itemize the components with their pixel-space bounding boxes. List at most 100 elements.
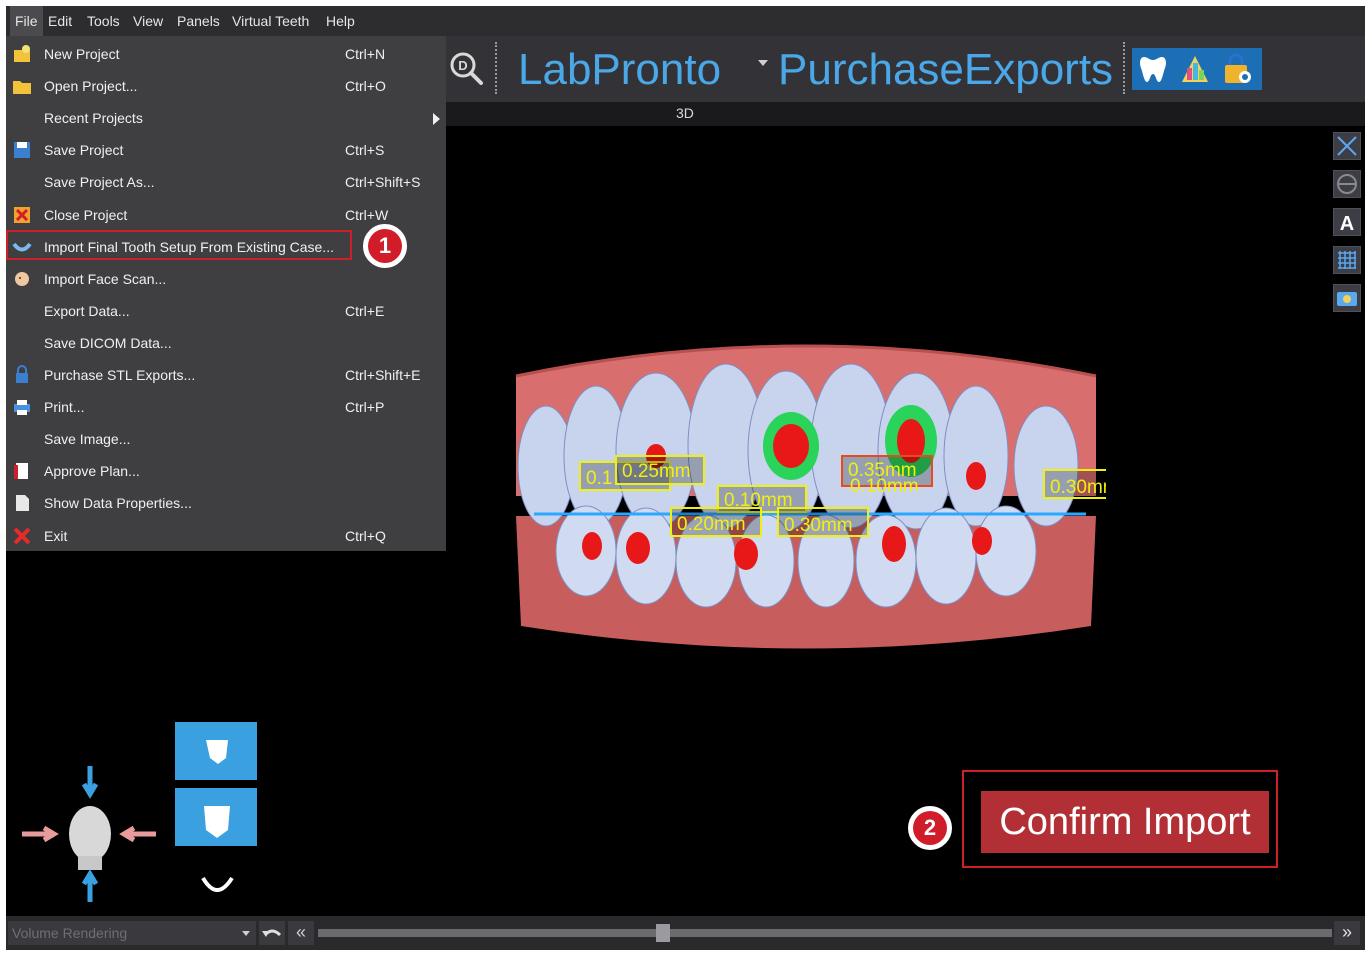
menu-item-label: Exit bbox=[44, 527, 68, 544]
chevron-down-icon bbox=[242, 931, 250, 936]
exit-icon bbox=[13, 527, 31, 544]
menu-item-recent-projects[interactable]: Recent Projects bbox=[6, 102, 446, 134]
toolbar-icon-group bbox=[1132, 48, 1262, 90]
next-frame-button[interactable]: » bbox=[1334, 921, 1360, 945]
menu-bar: File Edit Tools View Panels Virtual Teet… bbox=[6, 6, 1365, 36]
grid-icon[interactable] bbox=[1333, 246, 1361, 274]
menu-item-label: Purchase STL Exports... bbox=[44, 367, 196, 383]
measurement-label: 0.20mm bbox=[677, 514, 746, 535]
previous-frame-button[interactable]: « bbox=[288, 921, 314, 945]
render-mode-value: Volume Rendering bbox=[12, 925, 128, 941]
measurement-label: 0.30mm bbox=[1050, 477, 1106, 498]
menu-item-save-project[interactable]: Save Project Ctrl+S bbox=[6, 134, 446, 166]
measurement-label: 0.1 bbox=[586, 468, 612, 489]
step-badge-2: 2 bbox=[908, 806, 952, 850]
menu-item-shortcut: Ctrl+E bbox=[345, 302, 385, 319]
sphere-icon[interactable] bbox=[1333, 170, 1361, 198]
view-title: 3D bbox=[676, 105, 694, 121]
menu-edit[interactable]: Edit bbox=[43, 6, 77, 36]
timeline-slider-thumb[interactable] bbox=[656, 924, 670, 942]
lock-document-icon[interactable] bbox=[1220, 52, 1254, 86]
brand-labpronto: LabPronto bbox=[518, 45, 722, 94]
timeline-slider[interactable] bbox=[318, 929, 1332, 937]
approve-plan-icon bbox=[14, 463, 28, 480]
head-icon[interactable] bbox=[69, 806, 111, 862]
menu-item-new-project[interactable]: New Project Ctrl+N bbox=[6, 38, 446, 70]
menu-item-label: Save Image... bbox=[44, 431, 131, 448]
menu-panels[interactable]: Panels bbox=[172, 6, 225, 36]
menu-item-label: Show Data Properties... bbox=[44, 495, 192, 512]
close-project-icon bbox=[14, 206, 30, 223]
arrow-down-icon[interactable] bbox=[81, 766, 99, 799]
menu-item-save-project-as[interactable]: Save Project As... Ctrl+Shift+S bbox=[6, 166, 446, 198]
menu-item-show-data-properties[interactable]: Show Data Properties... bbox=[6, 487, 446, 519]
arch-icon[interactable] bbox=[201, 876, 234, 892]
menu-file[interactable]: File bbox=[10, 6, 43, 36]
menu-item-label: Open Project... bbox=[44, 78, 138, 95]
svg-text:A: A bbox=[1340, 213, 1354, 235]
file-menu-dropdown: New Project Ctrl+N Open Project... Ctrl+O Re… bbox=[6, 36, 446, 551]
menu-item-shortcut: Ctrl+O bbox=[345, 78, 386, 95]
bottom-bar: Volume Rendering « » bbox=[6, 916, 1365, 950]
face-scan-icon bbox=[15, 271, 29, 286]
text-annotation-icon[interactable]: A bbox=[1333, 208, 1361, 236]
menu-help[interactable]: Help bbox=[321, 6, 360, 36]
toolbar-separator bbox=[495, 42, 497, 94]
menu-item-label: Save Project As... bbox=[44, 174, 155, 191]
menu-item-save-dicom-data[interactable]: Save DICOM Data... bbox=[6, 327, 446, 359]
menu-item-shortcut: Ctrl+N bbox=[345, 46, 386, 62]
menu-item-approve-plan[interactable]: Approve Plan... bbox=[6, 455, 446, 487]
menu-item-print[interactable]: Print... Ctrl+P bbox=[6, 391, 446, 423]
svg-text:D: D bbox=[458, 58, 467, 73]
menu-item-label: New Project bbox=[44, 46, 120, 62]
confirm-import-button[interactable]: Confirm Import bbox=[981, 791, 1269, 853]
import-item-highlight bbox=[6, 230, 352, 260]
menu-item-label: Approve Plan... bbox=[44, 463, 140, 480]
toolbar-separator bbox=[1123, 42, 1125, 94]
menu-item-label: Save DICOM Data... bbox=[44, 334, 172, 351]
chevron-down-icon[interactable] bbox=[758, 60, 768, 66]
menu-item-shortcut: Ctrl+Shift+S bbox=[345, 174, 421, 191]
measurement-label: 0.25mm bbox=[622, 461, 691, 482]
undo-icon[interactable] bbox=[259, 921, 285, 945]
screenshot-icon[interactable] bbox=[1333, 284, 1361, 312]
menu-item-open-project[interactable]: Open Project... Ctrl+O bbox=[6, 70, 446, 102]
menu-item-shortcut: Ctrl+P bbox=[345, 399, 385, 416]
menu-item-export-data[interactable]: Export Data... Ctrl+E bbox=[6, 295, 446, 327]
menu-item-exit[interactable]: Exit Ctrl+Q bbox=[6, 520, 446, 552]
menu-item-shortcut: Ctrl+S bbox=[345, 142, 385, 159]
tooth-icon[interactable] bbox=[1136, 52, 1170, 86]
menu-item-purchase-stl-exports[interactable]: Purchase STL Exports... Ctrl+Shift+E bbox=[6, 359, 446, 391]
menu-item-shortcut: Ctrl+Q bbox=[345, 527, 386, 544]
arrow-up-icon[interactable] bbox=[81, 869, 99, 902]
measure-icon[interactable] bbox=[1333, 132, 1361, 160]
viewport-side-tools: A bbox=[1333, 132, 1361, 322]
measurement-label: 0.10mm bbox=[850, 476, 919, 497]
printer-icon bbox=[14, 400, 30, 416]
menu-virtual-teeth[interactable]: Virtual Teeth bbox=[227, 6, 314, 36]
menu-item-label: Recent Projects bbox=[44, 110, 143, 127]
dicom-search-icon[interactable]: D bbox=[448, 50, 484, 86]
purchase-lock-icon bbox=[16, 365, 28, 383]
menu-view[interactable]: View bbox=[128, 6, 168, 36]
teeth-chart-icon[interactable] bbox=[1178, 52, 1212, 86]
menu-item-save-image[interactable]: Save Image... bbox=[6, 423, 446, 455]
menu-item-label: Import Face Scan... bbox=[44, 270, 167, 287]
menu-tools[interactable]: Tools bbox=[82, 6, 125, 36]
render-mode-select[interactable]: Volume Rendering bbox=[8, 921, 256, 945]
measurement-label: 0.30mm bbox=[784, 515, 853, 536]
open-folder-icon bbox=[13, 81, 31, 95]
menu-item-label: Close Project bbox=[44, 206, 128, 223]
arrow-left-icon[interactable] bbox=[119, 825, 156, 843]
save-icon bbox=[14, 142, 30, 159]
arrow-right-icon[interactable] bbox=[22, 825, 59, 843]
new-project-icon bbox=[14, 45, 30, 62]
teeth-3d-model[interactable]: 0.1 0.25mm 0.35mm 0.10mm 0.10mm 0.20mm 0… bbox=[506, 326, 1106, 661]
step-badge-1: 1 bbox=[363, 224, 407, 268]
brand-purchase-exports[interactable]: PurchaseExports bbox=[778, 42, 1113, 98]
menu-item-shortcut: Ctrl+Shift+E bbox=[345, 367, 421, 383]
orientation-widget bbox=[22, 722, 257, 902]
document-icon bbox=[16, 495, 29, 512]
app-window: File Edit Tools View Panels Virtual Teet… bbox=[6, 6, 1365, 950]
menu-item-label: Print... bbox=[44, 399, 85, 416]
